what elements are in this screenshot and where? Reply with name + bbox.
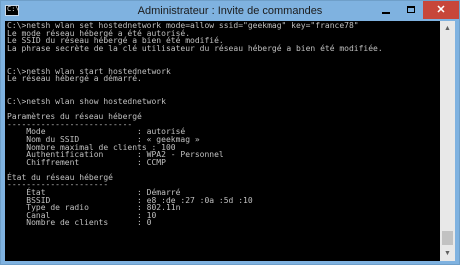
maximize-icon — [407, 6, 415, 13]
console-text: C:\>netsh wlan set hostednetwork mode=al… — [7, 22, 383, 242]
scroll-up-arrow-icon[interactable]: ▲ — [440, 21, 455, 36]
scroll-down-arrow-icon[interactable]: ▼ — [440, 246, 455, 261]
close-icon: ✕ — [436, 4, 446, 16]
minimize-icon — [382, 12, 390, 14]
maximize-button[interactable] — [399, 1, 423, 19]
close-button[interactable]: ✕ — [423, 1, 459, 19]
console-line: Chiffrement : CCMP — [7, 157, 166, 167]
vertical-scrollbar[interactable]: ▲ ▼ — [440, 21, 455, 261]
console-line: Le réseau hébergé a démarré. — [7, 74, 142, 84]
command-prompt-window: C:\ Administrateur : Invite de commandes… — [0, 0, 460, 265]
title-bar[interactable]: C:\ Administrateur : Invite de commandes… — [1, 1, 459, 21]
console-line: Nombre de clients : 0 — [7, 218, 152, 228]
console-output[interactable]: C:\>netsh wlan set hostednetwork mode=al… — [5, 21, 440, 261]
console-line: La phrase secrète de la clé utilisateur … — [7, 43, 383, 53]
scrollbar-thumb[interactable] — [442, 231, 453, 245]
minimize-button[interactable] — [373, 1, 399, 19]
console-line: C:\>netsh wlan show hostednetwork — [7, 96, 166, 106]
